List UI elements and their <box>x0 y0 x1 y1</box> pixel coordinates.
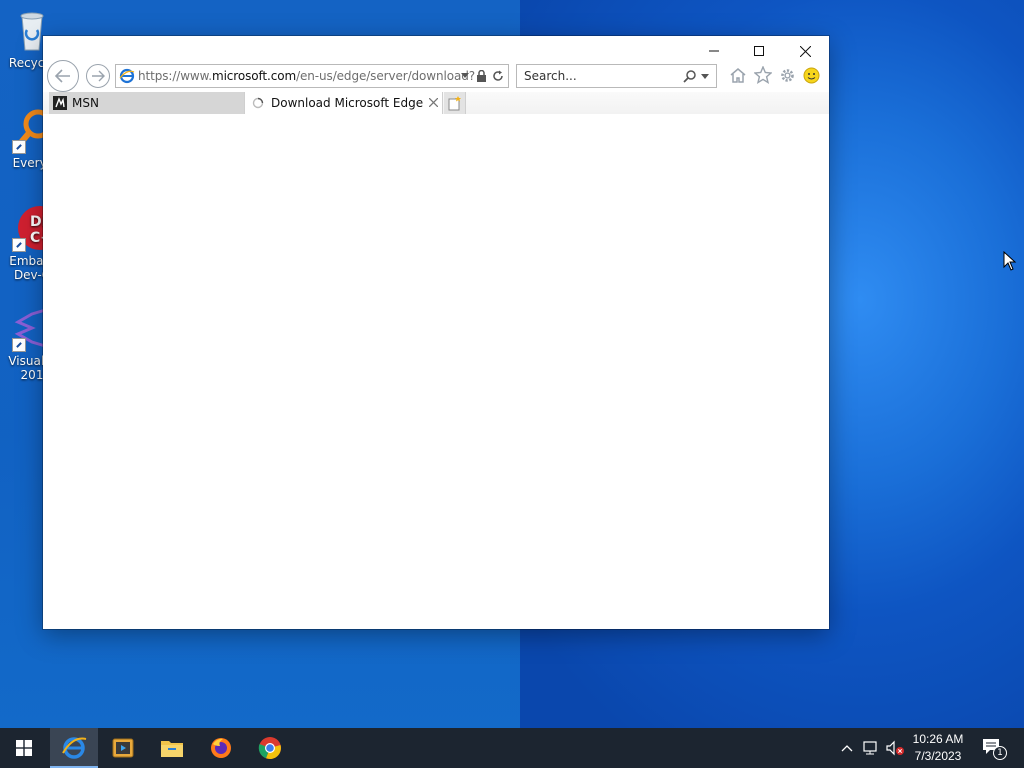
volume-muted-icon <box>886 740 904 756</box>
tab-msn[interactable]: MSN <box>49 92 244 114</box>
action-center-button[interactable]: 1 <box>978 728 1010 768</box>
ie-page-icon <box>119 68 135 84</box>
tab-strip: MSN Download Microsoft Edge <box>43 92 829 114</box>
media-player-icon <box>112 738 134 758</box>
page-content[interactable] <box>43 114 829 629</box>
firefox-icon <box>211 738 231 758</box>
back-arrow-icon <box>54 69 70 83</box>
address-dropdown-icon[interactable] <box>461 73 469 79</box>
tray-show-hidden-icons[interactable] <box>838 728 856 768</box>
chrome-icon <box>258 737 281 760</box>
lock-icon[interactable] <box>476 70 487 83</box>
forward-button[interactable] <box>86 64 110 88</box>
minimize-icon <box>709 50 719 52</box>
search-box[interactable]: Search... <box>516 64 717 88</box>
favorites-star-icon[interactable] <box>754 66 772 84</box>
clock-time: 10:26 AM <box>912 732 964 746</box>
mouse-cursor-icon <box>1003 251 1017 271</box>
new-tab-icon <box>448 95 461 110</box>
shortcut-arrow-icon <box>12 338 26 352</box>
maximize-icon <box>754 46 764 56</box>
taskbar: 10:26 AM 7/3/2023 1 <box>0 728 1024 768</box>
tab-label: Download Microsoft Edge <box>271 96 424 110</box>
msn-icon <box>53 96 67 110</box>
shortcut-arrow-icon <box>12 140 26 154</box>
settings-gear-icon[interactable] <box>779 67 796 84</box>
navigation-bar: https://www.microsoft.com/en-us/edge/ser… <box>43 58 829 92</box>
refresh-icon[interactable] <box>492 70 504 82</box>
address-url[interactable]: https://www.microsoft.com/en-us/edge/ser… <box>138 69 475 83</box>
clock-date: 7/3/2023 <box>914 749 962 763</box>
back-button[interactable] <box>47 60 79 92</box>
file-explorer-icon <box>161 741 183 757</box>
tab-close-icon[interactable] <box>429 98 438 107</box>
taskbar-chrome[interactable] <box>246 728 294 768</box>
forward-arrow-icon <box>92 70 105 82</box>
home-icon[interactable] <box>729 67 747 84</box>
tab-label: MSN <box>72 96 99 110</box>
internet-explorer-icon <box>62 737 87 759</box>
search-dropdown-icon[interactable] <box>701 74 709 80</box>
tray-volume[interactable] <box>884 728 906 768</box>
smiley-feedback-icon[interactable] <box>803 67 820 84</box>
address-bar[interactable]: https://www.microsoft.com/en-us/edge/ser… <box>115 64 509 88</box>
new-tab-button[interactable] <box>444 92 466 114</box>
start-button[interactable] <box>0 728 48 768</box>
start-icon <box>16 740 32 756</box>
notification-count-badge: 1 <box>993 746 1007 760</box>
taskbar-internet-explorer[interactable] <box>50 728 98 768</box>
chevron-up-icon <box>841 745 853 752</box>
tab-download-microsoft-edge[interactable]: Download Microsoft Edge <box>244 92 443 114</box>
taskbar-media-player[interactable] <box>99 728 147 768</box>
shortcut-arrow-icon <box>12 238 26 252</box>
taskbar-firefox[interactable] <box>197 728 245 768</box>
taskbar-file-explorer[interactable] <box>148 728 196 768</box>
loading-spinner-icon <box>252 97 264 109</box>
internet-explorer-window[interactable]: https://www.microsoft.com/en-us/edge/ser… <box>43 36 829 629</box>
taskbar-clock[interactable]: 10:26 AM 7/3/2023 <box>904 731 972 765</box>
network-icon <box>863 741 877 755</box>
search-placeholder: Search... <box>524 69 577 83</box>
close-icon <box>799 45 811 57</box>
search-icon[interactable] <box>683 70 696 83</box>
tray-network[interactable] <box>860 728 882 768</box>
